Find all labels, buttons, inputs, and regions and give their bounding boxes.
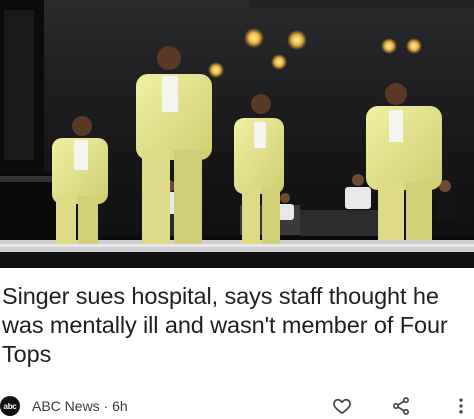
article-footer: abc ABC News · 6h: [0, 392, 474, 419]
article-headline[interactable]: Singer sues hospital, says staff thought…: [2, 282, 472, 369]
article-age: 6h: [112, 398, 128, 414]
meta-separator: ·: [99, 398, 113, 414]
source-logo: abc: [0, 396, 20, 416]
news-card[interactable]: Singer sues hospital, says staff thought…: [0, 0, 474, 419]
source-meta: ABC News · 6h: [32, 398, 128, 414]
share-icon[interactable]: [389, 394, 413, 418]
article-photo[interactable]: [0, 0, 474, 268]
concert-stage-image: [0, 0, 474, 268]
heart-outline-icon[interactable]: [330, 394, 354, 418]
more-vert-icon[interactable]: [449, 394, 473, 418]
source-name: ABC News: [32, 398, 100, 414]
